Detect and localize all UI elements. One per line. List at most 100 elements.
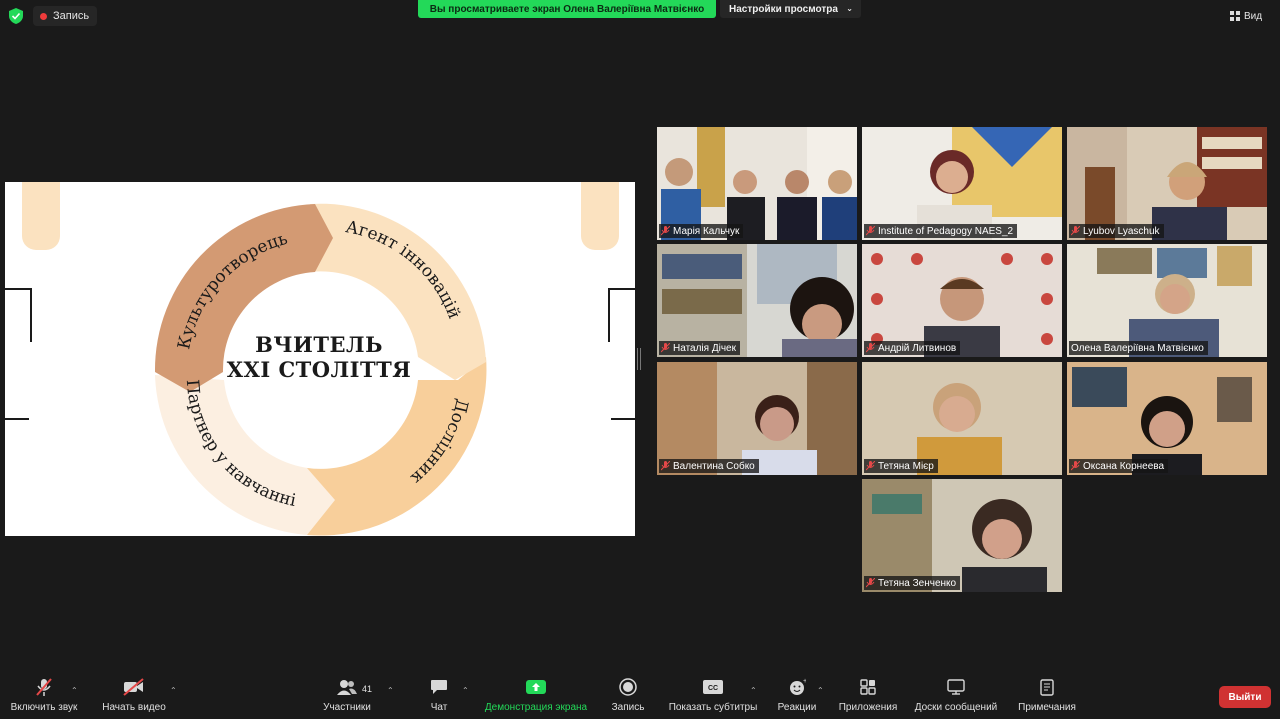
slide-title-line1: ВЧИТЕЛЬ: [255, 332, 383, 357]
participant-tile[interactable]: Оксана Корнеева: [1067, 362, 1267, 475]
participant-name: Наталія Дічек: [673, 342, 736, 354]
participant-name-tag: Тетяна Зенченко: [864, 576, 961, 590]
share-screen-label: Демонстрация экрана: [484, 702, 588, 713]
participant-tile[interactable]: Андрій Литвинов: [862, 244, 1062, 357]
unmute-label: Включить звук: [10, 702, 78, 713]
record-button[interactable]: Запись: [606, 672, 650, 719]
top-bar: Запись Вы просматриваете экран Олена Вал…: [0, 0, 1280, 32]
apps-button[interactable]: Приложения: [835, 672, 901, 719]
mic-muted-icon: [866, 343, 875, 353]
participants-caret-icon[interactable]: ⌃: [387, 686, 394, 695]
participant-name: Марія Кальчук: [673, 225, 740, 237]
mic-muted-icon: [866, 461, 875, 471]
mic-muted-icon: [661, 461, 670, 471]
whiteboards-label: Доски сообщений: [914, 702, 998, 713]
participants-label: Участники: [323, 702, 371, 713]
view-options-dropdown[interactable]: Настройки просмотра ⌄: [720, 0, 861, 18]
show-captions-label: Показать субтитры: [668, 702, 758, 713]
participant-tile[interactable]: Марія Кальчук: [657, 127, 857, 240]
participant-name-tag: Марія Кальчук: [659, 224, 744, 238]
chat-button[interactable]: Чат: [420, 672, 458, 719]
mic-muted-icon: [661, 343, 670, 353]
participant-tile[interactable]: Наталія Дічек: [657, 244, 857, 357]
reactions-button[interactable]: + Реакции: [774, 672, 820, 719]
start-video-label: Начать видео: [102, 702, 166, 713]
participants-count: 41: [362, 684, 373, 694]
participant-tile[interactable]: Institute of Pedagogy NAES_2: [862, 127, 1062, 240]
participant-name-tag: Валентина Собко: [659, 459, 759, 473]
share-screen-icon: [526, 672, 546, 702]
closed-captions-icon: CC: [703, 672, 723, 702]
svg-text:CC: CC: [708, 685, 718, 692]
chat-label: Чат: [430, 702, 448, 713]
participant-tile[interactable]: Lyubov Lyaschuk: [1067, 127, 1267, 240]
reactions-caret-icon[interactable]: ⌃: [817, 686, 824, 695]
participant-tile-active-speaker[interactable]: Олена Валеріївна Матвієнко: [1067, 244, 1267, 357]
cycle-segment-researcher: [307, 357, 487, 536]
share-screen-button[interactable]: Демонстрация экрана: [480, 672, 592, 719]
video-options-caret-icon[interactable]: ⌃: [170, 686, 177, 695]
slide-title: ВЧИТЕЛЬ XXI СТОЛІТТЯ: [201, 332, 437, 382]
slide-title-line2: XXI СТОЛІТТЯ: [226, 357, 412, 382]
participant-name: Андрій Литвинов: [878, 342, 957, 354]
chat-caret-icon[interactable]: ⌃: [462, 686, 469, 695]
notes-icon: [1040, 672, 1054, 702]
grid-view-icon: [1230, 11, 1240, 21]
whiteboards-button[interactable]: Доски сообщений: [910, 672, 1002, 719]
split-divider-handle[interactable]: [637, 348, 641, 370]
leave-meeting-button[interactable]: Выйти: [1219, 686, 1271, 708]
apps-label: Приложения: [838, 702, 898, 713]
chat-icon: [430, 672, 448, 702]
participants-icon: [336, 672, 358, 702]
video-off-icon: [122, 672, 146, 702]
svg-text:+: +: [803, 678, 806, 685]
notes-label: Примечания: [1018, 702, 1076, 713]
participant-tile[interactable]: Валентина Собко: [657, 362, 857, 475]
mic-muted-icon: [1071, 461, 1080, 471]
participant-name-tag: Андрій Литвинов: [864, 341, 961, 355]
audio-options-caret-icon[interactable]: ⌃: [71, 686, 78, 695]
recording-label: Запись: [53, 10, 90, 22]
mic-muted-icon: [1071, 226, 1080, 236]
view-options-label: Настройки просмотра: [729, 3, 838, 15]
chevron-down-icon: ⌄: [846, 4, 853, 13]
recording-dot-icon: [40, 12, 47, 20]
participant-name: Олена Валеріївна Матвієнко: [1071, 342, 1204, 354]
mic-muted-icon: [661, 226, 670, 236]
shared-screen-slide: Культуротворець Агент інновацій Дослідни…: [5, 182, 635, 536]
show-captions-button[interactable]: CC Показать субтитры: [664, 672, 762, 719]
captions-caret-icon[interactable]: ⌃: [750, 686, 757, 695]
mic-off-icon: [34, 672, 54, 702]
participant-tile[interactable]: Тетяна Мієр: [862, 362, 1062, 475]
participant-name-tag: Наталія Дічек: [659, 341, 740, 355]
start-video-button[interactable]: Начать видео: [100, 672, 168, 719]
participant-tile[interactable]: Тетяна Зенченко: [862, 479, 1062, 592]
security-shield-icon[interactable]: [9, 8, 23, 24]
participant-name: Валентина Собко: [673, 460, 755, 472]
participant-name: Тетяна Мієр: [878, 460, 934, 472]
participant-name: Institute of Pedagogy NAES_2: [878, 225, 1014, 237]
notes-button[interactable]: Примечания: [1012, 672, 1082, 719]
participants-button[interactable]: Участники: [318, 672, 376, 719]
mic-muted-icon: [866, 578, 875, 588]
record-icon: [619, 672, 637, 702]
participant-name-tag: Lyubov Lyaschuk: [1069, 224, 1164, 238]
screen-share-banner: Вы просматриваете экран Олена Валеріївна…: [418, 0, 716, 18]
participant-name: Тетяна Зенченко: [878, 577, 957, 589]
whiteboard-icon: [947, 672, 965, 702]
record-label: Запись: [611, 702, 645, 713]
cycle-segment-partner: [155, 375, 335, 536]
reactions-label: Реакции: [777, 702, 817, 713]
view-button-label: Вид: [1244, 10, 1263, 22]
meeting-toolbar: Включить звук ⌃ Начать видео ⌃ Участники…: [0, 672, 1280, 719]
apps-icon: [860, 672, 876, 702]
participant-name-tag: Тетяна Мієр: [864, 459, 938, 473]
participant-name-tag: Олена Валеріївна Матвієнко: [1069, 341, 1208, 355]
recording-indicator[interactable]: Запись: [33, 6, 98, 26]
smiley-icon: +: [788, 672, 806, 702]
participant-name-tag: Оксана Корнеева: [1069, 459, 1169, 473]
participant-name: Lyubov Lyaschuk: [1083, 225, 1160, 237]
unmute-button[interactable]: Включить звук: [8, 672, 80, 719]
participant-name-tag: Institute of Pedagogy NAES_2: [864, 224, 1018, 238]
view-button[interactable]: Вид: [1230, 8, 1262, 24]
